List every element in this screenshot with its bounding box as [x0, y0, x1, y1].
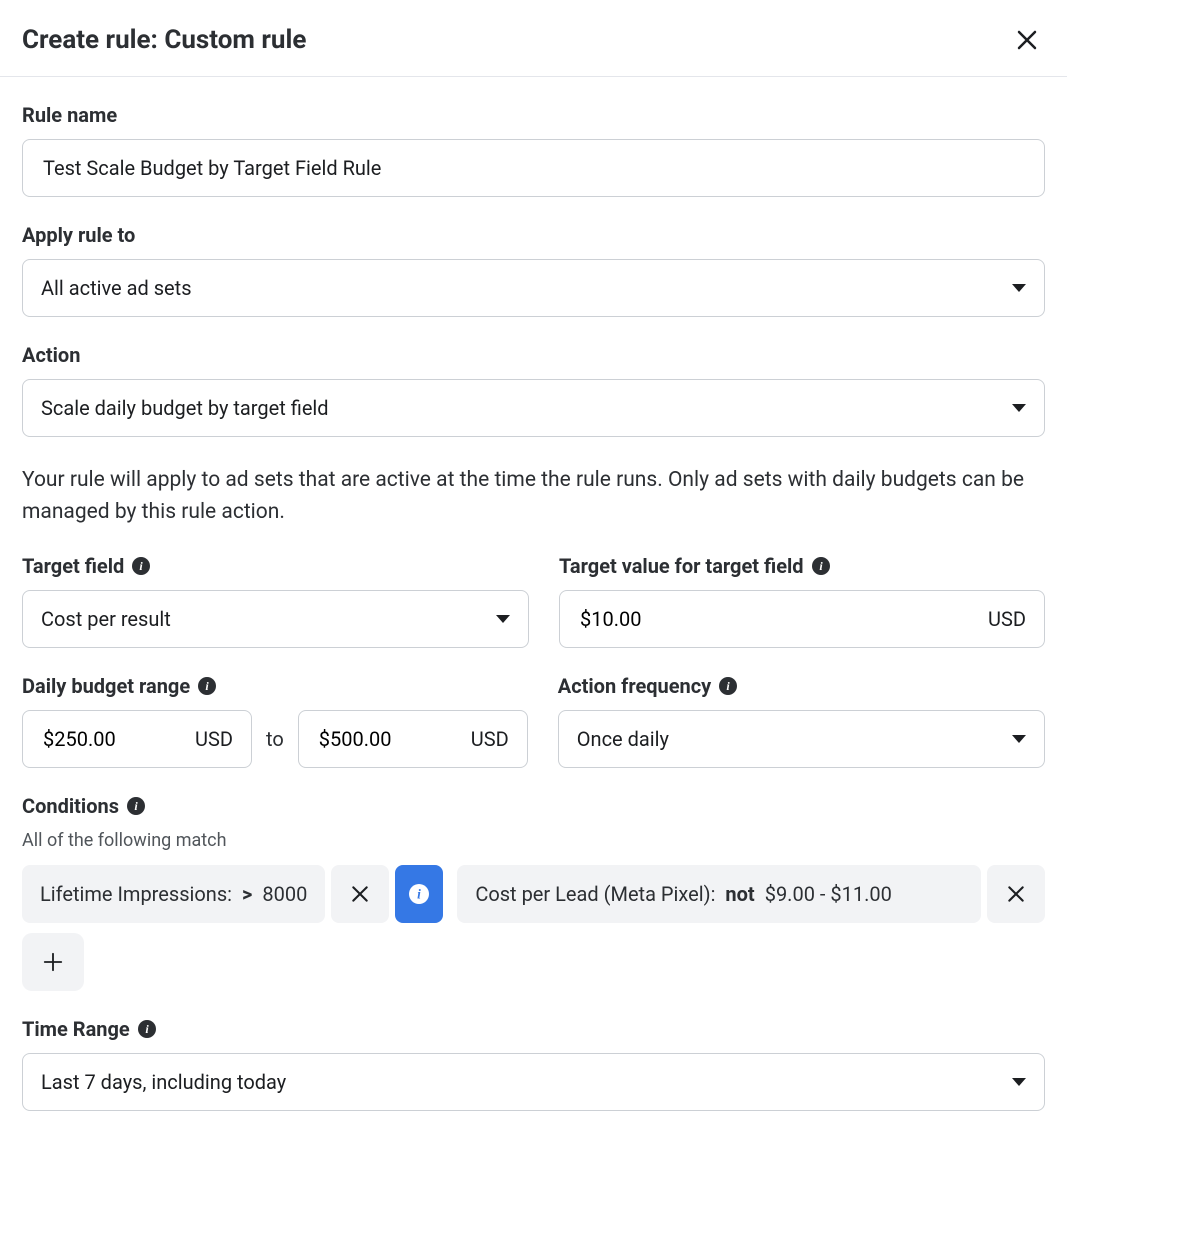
- time-range-select[interactable]: Last 7 days, including today: [22, 1053, 1045, 1111]
- action-helper-text: Your rule will apply to ad sets that are…: [22, 465, 1045, 528]
- budget-min-input-wrap: USD: [22, 710, 252, 768]
- budget-range-row: USD to USD: [22, 710, 528, 768]
- info-icon[interactable]: i: [812, 557, 830, 575]
- close-button[interactable]: [1009, 22, 1045, 58]
- condition-field: Lifetime Impressions:: [40, 882, 232, 906]
- action-select[interactable]: Scale daily budget by target field: [22, 379, 1045, 437]
- target-value-input[interactable]: [578, 606, 976, 632]
- apply-rule-to-select[interactable]: All active ad sets: [22, 259, 1045, 317]
- chevron-down-icon: [496, 615, 510, 623]
- rule-name-input[interactable]: [41, 155, 1026, 181]
- target-field-value: Cost per result: [41, 607, 171, 631]
- conditions-row: Lifetime Impressions: > 8000 i Cost per …: [22, 865, 1045, 923]
- range-connector: to: [266, 727, 284, 751]
- condition-field: Cost per Lead (Meta Pixel):: [475, 882, 715, 906]
- condition-chip[interactable]: Lifetime Impressions: > 8000: [22, 865, 325, 923]
- daily-budget-range-label: Daily budget range i: [22, 674, 528, 698]
- svg-text:i: i: [417, 886, 421, 901]
- add-condition-button[interactable]: [22, 933, 84, 991]
- currency-label: USD: [988, 607, 1026, 631]
- info-icon: i: [409, 884, 429, 904]
- chevron-down-icon: [1012, 404, 1026, 412]
- target-field-label: Target field i: [22, 554, 529, 578]
- close-icon: [1006, 884, 1026, 904]
- condition-value: $9.00 - $11.00: [765, 882, 892, 906]
- modal-header: Create rule: Custom rule: [0, 0, 1067, 77]
- rule-name-input-wrap: [22, 139, 1045, 197]
- apply-rule-to-label: Apply rule to: [22, 223, 1045, 247]
- target-value-label: Target value for target field i: [559, 554, 1045, 578]
- chevron-down-icon: [1012, 284, 1026, 292]
- info-icon[interactable]: i: [127, 797, 145, 815]
- condition-chip[interactable]: Cost per Lead (Meta Pixel): not $9.00 - …: [457, 865, 981, 923]
- page-title: Create rule: Custom rule: [22, 25, 306, 55]
- target-field-select[interactable]: Cost per result: [22, 590, 529, 648]
- budget-min-input[interactable]: [41, 726, 183, 752]
- condition-operator: >: [242, 882, 252, 906]
- remove-condition-button[interactable]: [331, 865, 389, 923]
- info-icon[interactable]: i: [138, 1020, 156, 1038]
- time-range-label: Time Range i: [22, 1017, 1045, 1041]
- budget-max-input-wrap: USD: [298, 710, 528, 768]
- action-label: Action: [22, 343, 1045, 367]
- apply-rule-to-value: All active ad sets: [41, 276, 192, 300]
- chevron-down-icon: [1012, 1078, 1026, 1086]
- info-icon[interactable]: i: [198, 677, 216, 695]
- remove-condition-button[interactable]: [987, 865, 1045, 923]
- action-frequency-label: Action frequency i: [558, 674, 1045, 698]
- condition-connector-info[interactable]: i: [395, 865, 443, 923]
- currency-label: USD: [471, 727, 509, 751]
- info-icon[interactable]: i: [719, 677, 737, 695]
- currency-label: USD: [195, 727, 233, 751]
- plus-icon: [42, 951, 64, 973]
- condition-operator: not: [725, 882, 754, 906]
- conditions-label: Conditions i: [22, 794, 1045, 818]
- action-frequency-select[interactable]: Once daily: [558, 710, 1045, 768]
- close-icon: [350, 884, 370, 904]
- condition-value: 8000: [262, 882, 307, 906]
- time-range-value: Last 7 days, including today: [41, 1070, 286, 1094]
- close-icon: [1015, 28, 1039, 52]
- conditions-subtext: All of the following match: [22, 830, 1045, 851]
- info-icon[interactable]: i: [132, 557, 150, 575]
- budget-max-input[interactable]: [317, 726, 459, 752]
- action-value: Scale daily budget by target field: [41, 396, 329, 420]
- action-frequency-value: Once daily: [577, 727, 669, 751]
- chevron-down-icon: [1012, 735, 1026, 743]
- target-value-input-wrap: USD: [559, 590, 1045, 648]
- rule-name-label: Rule name: [22, 103, 1045, 127]
